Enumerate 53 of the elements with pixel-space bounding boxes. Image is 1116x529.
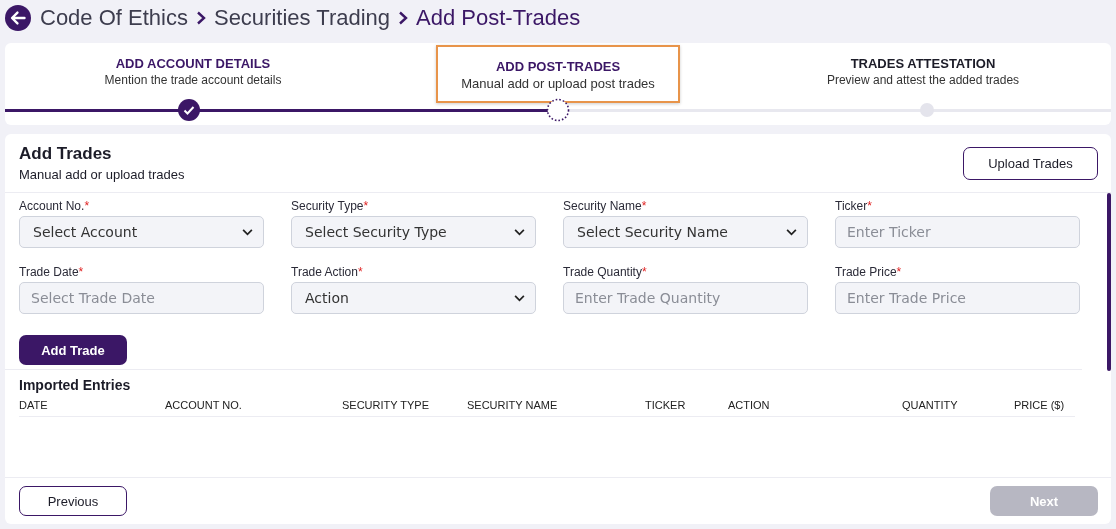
- step-subtitle: Manual add or upload post trades: [461, 76, 655, 91]
- column-header: SECURITY NAME: [467, 399, 559, 411]
- select-field[interactable]: Select Security Name: [563, 216, 808, 248]
- column-header: ACCOUNT NO.: [165, 399, 243, 411]
- upload-button[interactable]: Upload Trades: [963, 146, 1098, 180]
- column-header: ACTION: [728, 399, 771, 411]
- table-title: Imported Entries: [19, 377, 132, 393]
- field-label: Trade Quantity*: [563, 265, 648, 279]
- section-subtitle: Manual add or upload trades: [19, 167, 185, 182]
- field-label: Ticker*: [835, 199, 873, 213]
- current-step-icon: [546, 98, 570, 122]
- select-field[interactable]: Select Account: [19, 216, 264, 248]
- step-dot-icon: [919, 103, 934, 117]
- step-tab[interactable]: TRADES ATTESTATION Preview and attest the added trades: [735, 43, 1111, 97]
- scrollbar[interactable]: [1107, 193, 1111, 371]
- column-header: QUANTITY: [902, 399, 959, 411]
- check-icon: [178, 99, 201, 121]
- input-field[interactable]: Enter Ticker: [835, 216, 1080, 248]
- column-header: DATE: [19, 399, 49, 411]
- breadcrumb-link[interactable]: Code Of Ethics: [40, 5, 188, 31]
- input-field[interactable]: Select Trade Date: [19, 282, 264, 314]
- column-header: SECURITY TYPE: [342, 399, 430, 411]
- input-field[interactable]: Enter Trade Price: [835, 282, 1080, 314]
- field-label: Trade Date*: [19, 265, 85, 279]
- step-subtitle: Mention the trade account details: [104, 72, 282, 87]
- chevron-icon: [195, 11, 206, 25]
- breadcrumb-current: Add Post-Trades: [416, 5, 581, 31]
- step-title: TRADES ATTESTATION: [850, 55, 996, 71]
- add-trade-button[interactable]: Add Trade: [19, 335, 127, 365]
- select-field[interactable]: Select Security Type: [291, 216, 536, 248]
- section-title: Add Trades: [19, 144, 113, 164]
- field-label: Account No.*: [19, 199, 91, 213]
- field-label: Trade Price*: [835, 265, 903, 279]
- step-tab[interactable]: ADD POST-TRADES Manual add or upload post trades: [436, 45, 680, 103]
- breadcrumb-link[interactable]: Securities Trading: [213, 5, 391, 31]
- chevron-icon: [398, 11, 409, 25]
- field-label: Security Name*: [563, 199, 648, 213]
- step-subtitle: Preview and attest the added trades: [826, 72, 1020, 87]
- field-label: Trade Action*: [291, 265, 364, 279]
- chevron-down-icon: [514, 228, 525, 236]
- step-tab[interactable]: ADD ACCOUNT DETAILS Mention the trade account details: [5, 43, 381, 97]
- step-title: ADD ACCOUNT DETAILS: [115, 55, 271, 71]
- input-field[interactable]: Enter Trade Quantity: [563, 282, 808, 314]
- select-field[interactable]: Action: [291, 282, 536, 314]
- chevron-down-icon: [242, 228, 253, 236]
- column-header: TICKER: [645, 399, 687, 411]
- step-title: ADD POST-TRADES: [495, 59, 621, 74]
- field-label: Security Type*: [291, 199, 370, 213]
- previous-button[interactable]: Previous: [19, 486, 127, 516]
- chevron-down-icon: [786, 228, 797, 236]
- back-icon[interactable]: [5, 5, 31, 31]
- column-header: PRICE ($): [1014, 399, 1066, 411]
- chevron-down-icon: [514, 294, 525, 302]
